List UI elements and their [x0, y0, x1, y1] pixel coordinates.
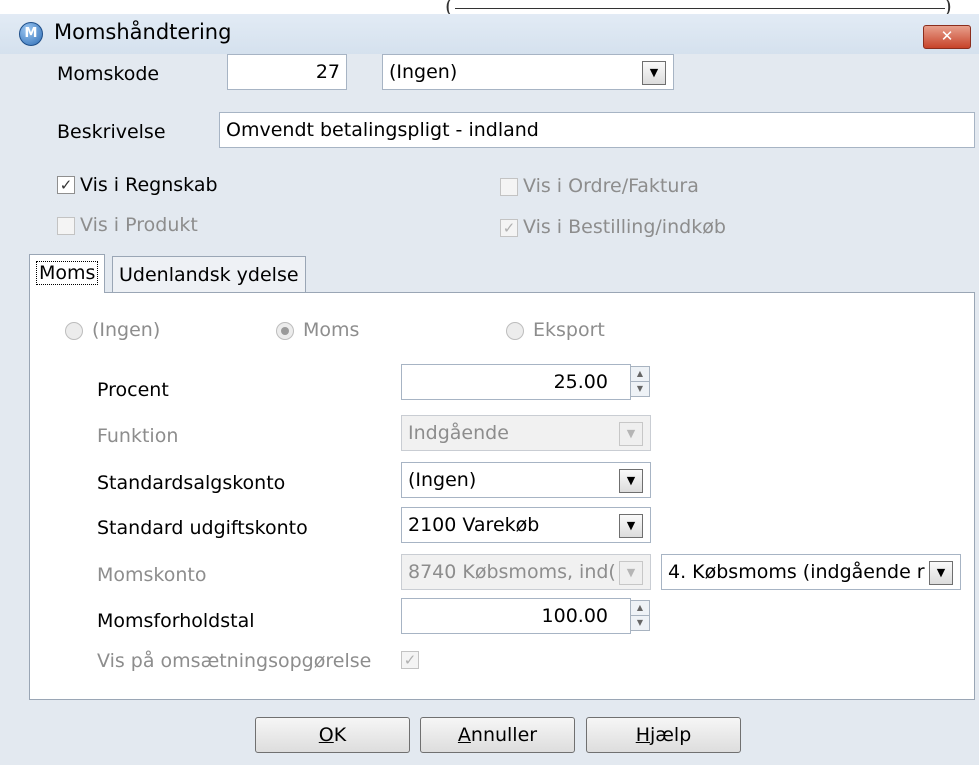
funktion-label: Funktion: [97, 425, 179, 447]
app-icon: M: [19, 22, 43, 46]
standardsalgskonto-label: Standardsalgskonto: [97, 472, 286, 494]
radio-moms-label: Moms: [303, 319, 360, 341]
procent-label: Procent: [97, 379, 169, 401]
radio-eksport-label: Eksport: [533, 319, 605, 341]
chevron-down-icon: ▼: [626, 566, 636, 579]
beskrivelse-input[interactable]: Omvendt betalingspligt - indland: [219, 112, 975, 148]
vis-i-bestilling-checkbox[interactable]: ✓: [500, 219, 518, 237]
window-title: Momshåndtering: [54, 20, 232, 44]
vis-paa-omsaetning-label: Vis på omsætningsopgørelse: [97, 650, 372, 672]
top-strip: ( ): [0, 0, 979, 18]
close-button[interactable]: ✕: [923, 25, 971, 49]
chevron-down-icon: ▼: [626, 427, 636, 440]
standardsalgskonto-dropdown-button[interactable]: ▼: [619, 469, 643, 493]
hjaelp-button[interactable]: Hjælp: [586, 717, 741, 753]
standard-udgiftskonto-label: Standard udgiftskonto: [97, 517, 308, 539]
funktion-select[interactable]: Indgående: [401, 415, 651, 451]
funktion-dropdown-button[interactable]: ▼: [619, 422, 643, 446]
standardsalgskonto-select[interactable]: (Ingen): [401, 462, 651, 498]
vis-i-produkt-label: Vis i Produkt: [80, 214, 198, 236]
annuller-button[interactable]: Annuller: [420, 717, 575, 753]
vis-i-bestilling-label: Vis i Bestilling/indkøb: [523, 216, 726, 238]
spin-up-icon: ▲: [636, 603, 644, 612]
momskonto-type-select[interactable]: 4. Købsmoms (indgående r: [661, 554, 961, 590]
vis-i-produkt-checkbox[interactable]: [57, 217, 75, 235]
procent-input[interactable]: 25.00: [401, 364, 631, 400]
vis-i-ordre-label: Vis i Ordre/Faktura: [523, 175, 699, 197]
chevron-down-icon: ▼: [649, 66, 659, 79]
momskode-dropdown-button[interactable]: ▼: [642, 61, 666, 85]
top-line: [455, 8, 945, 9]
momskode-label: Momskode: [57, 63, 160, 85]
spin-up-icon: ▲: [636, 369, 644, 378]
tab-moms[interactable]: Moms: [29, 254, 106, 293]
beskrivelse-label: Beskrivelse: [57, 121, 166, 143]
spin-down-icon: ▼: [631, 381, 649, 396]
check-icon: ✓: [59, 176, 73, 194]
procent-spinner[interactable]: ▲ ▼: [630, 366, 650, 397]
vis-i-regnskab-checkbox[interactable]: ✓: [57, 176, 75, 194]
momsforholdstal-input[interactable]: 100.00: [401, 598, 631, 634]
tab-udenlandsk-ydelse[interactable]: Udenlandsk ydelse: [112, 256, 306, 292]
spin-down-icon: ▼: [631, 615, 649, 630]
check-icon: ✓: [403, 651, 417, 669]
chevron-down-icon: ▼: [936, 566, 946, 579]
momskonto-dropdown-button[interactable]: ▼: [619, 561, 643, 585]
ok-button[interactable]: OK: [255, 717, 410, 753]
momsforholdstal-label: Momsforholdstal: [97, 610, 255, 632]
close-icon: ✕: [940, 27, 954, 45]
momskonto-type-dropdown-button[interactable]: ▼: [929, 561, 953, 585]
radio-ingen-label: (Ingen): [92, 319, 161, 341]
momskode-select[interactable]: (Ingen): [382, 54, 674, 90]
momskode-input[interactable]: 27: [227, 54, 347, 90]
vis-i-ordre-checkbox[interactable]: [500, 178, 518, 196]
radio-ingen[interactable]: [65, 322, 83, 340]
vis-i-regnskab-label: Vis i Regnskab: [80, 174, 218, 196]
check-icon: ✓: [502, 219, 516, 237]
radio-eksport[interactable]: [506, 322, 524, 340]
momsforholdstal-spinner[interactable]: ▲ ▼: [630, 600, 650, 631]
standard-udgiftskonto-dropdown-button[interactable]: ▼: [619, 514, 643, 538]
chevron-down-icon: ▼: [626, 519, 636, 532]
momskonto-label: Momskonto: [97, 564, 207, 586]
radio-moms[interactable]: [276, 322, 294, 340]
chevron-down-icon: ▼: [626, 474, 636, 487]
vis-paa-omsaetning-checkbox[interactable]: ✓: [401, 651, 419, 669]
momskonto-select[interactable]: 8740 Købsmoms, ind(: [401, 554, 651, 590]
standard-udgiftskonto-select[interactable]: 2100 Varekøb: [401, 507, 651, 543]
